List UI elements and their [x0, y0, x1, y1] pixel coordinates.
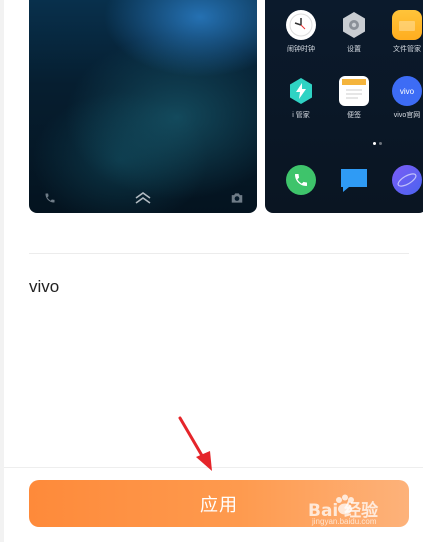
lockscreen-preview[interactable] — [29, 0, 257, 213]
homescreen-preview[interactable]: 闹钟时钟 设置 文件管家 i 管家 便签 vivo vivo官网 — [265, 0, 423, 213]
page-dot — [379, 142, 382, 145]
app-label: 闹钟时钟 — [287, 46, 315, 53]
app-notes: 便签 — [328, 76, 380, 120]
vivo-logo-icon: vivo — [392, 76, 422, 106]
app-label: i 管家 — [292, 112, 310, 119]
chevron-up-icon — [134, 189, 152, 207]
red-arrow-annotation — [178, 416, 212, 471]
phone-icon — [41, 189, 59, 207]
app-label: vivo官网 — [393, 112, 421, 119]
theme-detail-page: 闹钟时钟 设置 文件管家 i 管家 便签 vivo vivo官网 vivo 应用… — [4, 0, 423, 542]
app-label: 文件管家 — [393, 46, 421, 53]
app-iguanjia: i 管家 — [275, 76, 327, 120]
page-indicator — [373, 142, 382, 145]
app-files: 文件管家 — [381, 10, 423, 54]
app-clock: 闹钟时钟 — [275, 10, 327, 54]
gear-icon — [339, 10, 369, 40]
apply-button[interactable]: 应用 — [29, 480, 409, 527]
app-label: 设置 — [347, 46, 361, 53]
app-label: 便签 — [347, 112, 361, 119]
divider — [29, 253, 409, 254]
lockscreen-bottom-bar — [29, 185, 257, 207]
apply-button-label: 应用 — [200, 494, 238, 516]
svg-text:vivo: vivo — [400, 87, 415, 96]
page-dot-active — [373, 142, 376, 145]
shield-bolt-icon — [286, 76, 316, 106]
theme-name: vivo — [29, 277, 60, 296]
folder-icon — [392, 10, 422, 40]
message-icon — [339, 165, 369, 195]
camera-icon — [228, 189, 246, 207]
app-vivo-site: vivo vivo官网 — [381, 76, 423, 120]
phone-icon — [286, 165, 316, 195]
app-settings: 设置 — [328, 10, 380, 54]
bottom-action-bar: 应用 Bai 经验 jingyan.baidu.com — [4, 467, 423, 542]
note-icon — [339, 76, 369, 106]
clock-icon — [286, 10, 316, 40]
browser-icon — [392, 165, 422, 195]
